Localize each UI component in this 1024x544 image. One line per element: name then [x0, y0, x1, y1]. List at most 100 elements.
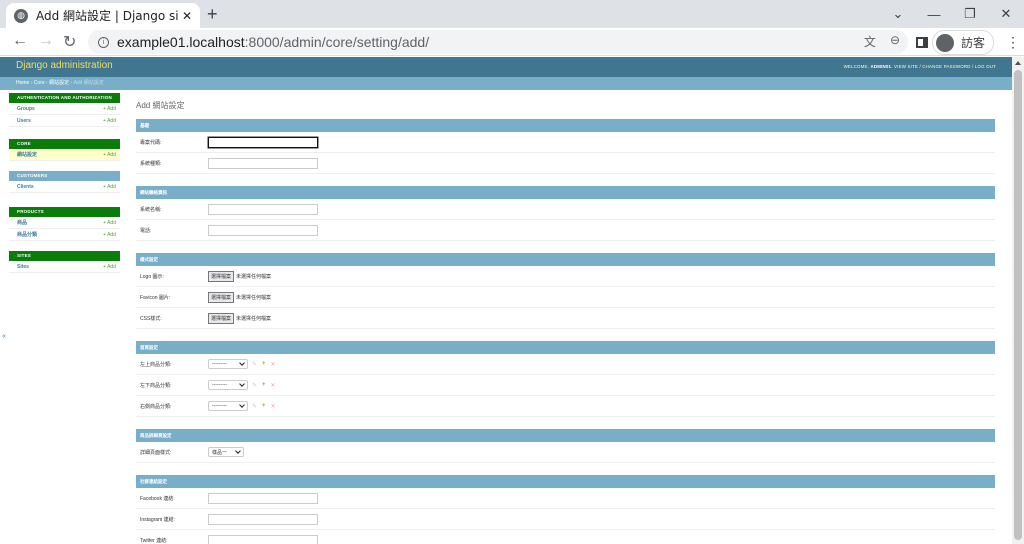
field-label: Twitter 連結: — [140, 537, 168, 544]
pencil-icon[interactable]: ✎ — [252, 382, 257, 389]
breadcrumb-app[interactable]: Core — [34, 80, 45, 86]
add-link[interactable]: + Add — [103, 118, 116, 124]
form-row: 左下商品分類: --------- ✎ + ✕ — [136, 375, 995, 396]
form-row: 詳細頁面樣式: 樣品一 — [136, 442, 995, 463]
add-link[interactable]: + Add — [103, 264, 116, 270]
phone-input[interactable] — [208, 224, 318, 236]
module-customers: CUSTOMERS Clients + Add — [9, 171, 120, 193]
site-branding[interactable]: Django administration — [16, 60, 113, 71]
instagram-link-input[interactable] — [208, 513, 318, 525]
add-link[interactable]: + Add — [103, 184, 116, 190]
scroll-up-icon[interactable] — [1015, 61, 1021, 65]
plus-icon[interactable]: + — [262, 403, 266, 410]
top-left-category-select[interactable]: --------- — [208, 359, 248, 369]
module-header[interactable]: PRODUCTS — [9, 207, 120, 217]
module-header[interactable]: CUSTOMERS — [9, 171, 120, 181]
choose-file-button[interactable]: 選擇檔案 — [208, 270, 235, 282]
module-header[interactable]: SITES — [9, 251, 120, 261]
facebook-link-input[interactable] — [208, 492, 318, 504]
add-link[interactable]: + Add — [103, 106, 116, 112]
pencil-icon[interactable]: ✎ — [252, 403, 257, 410]
form-row: CSS樣式: 選擇檔案 未選擇任何檔案 — [136, 308, 995, 329]
plus-icon[interactable]: + — [262, 361, 266, 368]
scroll-thumb[interactable] — [1014, 70, 1022, 540]
module-products: PRODUCTS 商品 + Add 商品分類 + Add — [9, 207, 120, 241]
window-close-icon[interactable]: ✕ — [988, 6, 1024, 22]
sidebar-item-products: 商品 + Add — [9, 217, 120, 229]
fieldset-basic: 基礎 專案代碼: 系統種類: — [136, 119, 995, 174]
user-links[interactable]: . VIEW SITE / CHANGE PASSWORD / LOG OUT — [891, 64, 996, 69]
chevron-down-icon — [239, 360, 245, 366]
bottom-left-category-select[interactable]: --------- — [208, 380, 248, 390]
browser-tab[interactable]: ◍ Add 網站設定 | Django site admin ✕ — [6, 3, 200, 28]
field-label: 右側商品分類: — [140, 403, 172, 410]
site-info-icon[interactable]: i — [98, 36, 109, 48]
choose-file-button[interactable]: 選擇檔案 — [208, 291, 235, 303]
form-row: 電話: — [136, 220, 995, 241]
form-row: 系統種類: — [136, 153, 995, 174]
module-header[interactable]: CORE — [9, 139, 120, 149]
delete-icon[interactable]: ✕ — [271, 361, 276, 368]
address-bar[interactable]: i example01.localhost:8000/admin/core/se… — [88, 30, 908, 54]
pencil-icon[interactable]: ✎ — [252, 361, 257, 368]
related-actions: ✎ + ✕ — [252, 361, 276, 368]
translate-icon[interactable]: 文 — [864, 33, 876, 50]
system-type-input[interactable] — [208, 157, 318, 169]
sidebar-item-setting: 網站設定 + Add — [9, 149, 120, 161]
nav-collapse-toggle[interactable]: « — [2, 333, 6, 340]
breadcrumb-current: Add 網站設定 — [73, 80, 104, 86]
detail-style-select[interactable]: 樣品一 — [208, 447, 244, 457]
tab-close-icon[interactable]: ✕ — [182, 9, 192, 23]
minimize-icon[interactable]: — — [916, 7, 952, 22]
back-arrow-icon[interactable]: ← — [12, 32, 28, 50]
logo-file-input: 選擇檔案 未選擇任何檔案 — [208, 270, 271, 282]
fieldset-homepage: 首頁設定 左上商品分類: --------- ✎ + ✕ 左下商品分類: -----… — [136, 341, 995, 417]
right-category-select[interactable]: --------- — [208, 401, 248, 411]
breadcrumb-model[interactable]: 網站設定 — [49, 80, 69, 86]
field-label: 系統名稱: — [140, 206, 162, 213]
field-label: Instagram 連結: — [140, 516, 176, 523]
system-name-input[interactable] — [208, 203, 318, 215]
fieldset-header: 商品詳細頁設定 — [136, 429, 995, 442]
reload-icon[interactable]: ↻ — [63, 32, 76, 52]
add-link[interactable]: + Add — [103, 152, 116, 158]
new-tab-icon[interactable]: + — [207, 4, 218, 25]
delete-icon[interactable]: ✕ — [271, 382, 276, 389]
admin-header: Django administration WELCOME, ADMIN01. … — [0, 57, 1012, 77]
page-scrollbar[interactable] — [1012, 57, 1024, 544]
plus-icon[interactable]: + — [262, 382, 266, 389]
form-row: 左上商品分類: --------- ✎ + ✕ — [136, 354, 995, 375]
browser-menu-icon[interactable]: ⋮ — [1006, 34, 1020, 51]
toolbar-right: 訪客 ⋮ — [916, 30, 1020, 55]
add-link[interactable]: + Add — [103, 232, 116, 238]
fieldset-header: 社群連結設定 — [136, 475, 995, 488]
fieldset-header: 首頁設定 — [136, 341, 995, 354]
module-sites: SITES Sites + Add — [9, 251, 120, 273]
delete-icon[interactable]: ✕ — [271, 403, 276, 410]
twitter-link-input[interactable] — [208, 534, 318, 544]
choose-file-button[interactable]: 選擇檔案 — [208, 312, 235, 324]
breadcrumb-home[interactable]: Home — [16, 80, 29, 86]
add-link[interactable]: + Add — [103, 220, 116, 226]
profile-button[interactable]: 訪客 — [932, 30, 995, 55]
url-text: example01.localhost:8000/admin/core/sett… — [117, 34, 430, 50]
side-panel-icon[interactable] — [916, 37, 928, 48]
chevron-down-icon — [235, 448, 241, 454]
welcome-text: WELCOME, — [843, 64, 870, 69]
restore-icon[interactable]: ❐ — [952, 6, 988, 22]
form-row: 系統名稱: — [136, 199, 995, 220]
related-actions: ✎ + ✕ — [252, 382, 276, 389]
tab-search-icon[interactable]: ⌄ — [880, 6, 916, 22]
form-row: Logo 圖示: 選擇檔案 未選擇任何檔案 — [136, 266, 995, 287]
field-label: 系統種類: — [140, 160, 162, 167]
project-code-input[interactable] — [208, 136, 318, 148]
form-row: Favicon 圖片: 選擇檔案 未選擇任何檔案 — [136, 287, 995, 308]
sidebar-item-product-categories: 商品分類 + Add — [9, 229, 120, 241]
module-header[interactable]: AUTHENTICATION AND AUTHORIZATION — [9, 93, 120, 103]
page-title: Add 網站設定 — [136, 101, 185, 110]
sidebar-item-sites: Sites + Add — [9, 261, 120, 273]
favicon-file-input: 選擇檔案 未選擇任何檔案 — [208, 291, 271, 303]
forward-arrow-icon[interactable]: → — [38, 32, 54, 50]
fieldset-header: 基礎 — [136, 119, 995, 132]
zoom-icon[interactable]: ⊖ — [890, 33, 900, 50]
